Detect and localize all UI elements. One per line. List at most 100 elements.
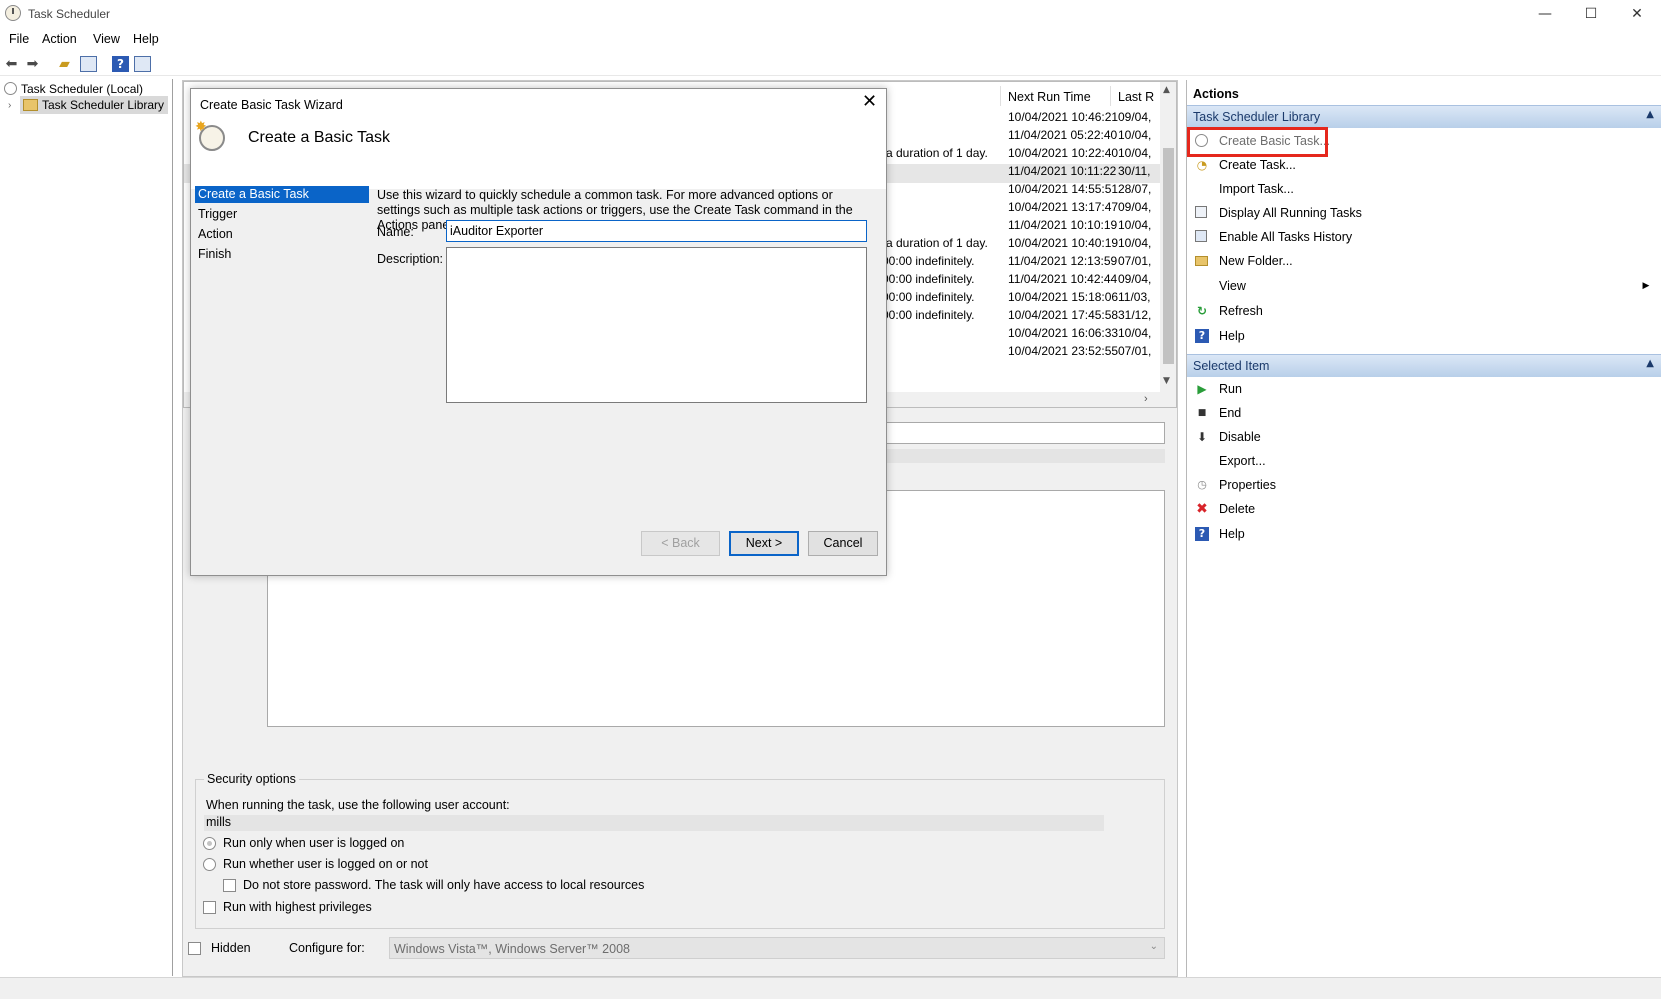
- collapse-icon[interactable]: ▲: [1646, 358, 1654, 369]
- no-store-password-label: Do not store password. The task will onl…: [243, 878, 645, 892]
- wizard-step-finish[interactable]: Finish: [195, 246, 369, 263]
- show-hide-action-pane-icon[interactable]: [134, 56, 151, 72]
- minimize-button[interactable]: —: [1522, 0, 1568, 28]
- action-label: Run: [1219, 382, 1242, 396]
- chevron-down-icon: ⌄: [1149, 941, 1158, 952]
- folder-icon: [1195, 256, 1208, 266]
- action-export[interactable]: Export...: [1191, 450, 1651, 473]
- create-task-icon: ◔: [1196, 158, 1208, 172]
- action-label: Export...: [1219, 454, 1266, 468]
- scroll-right-icon[interactable]: ›: [1144, 393, 1148, 405]
- description-textarea[interactable]: [446, 247, 867, 403]
- action-label: View: [1219, 279, 1246, 293]
- expand-chevron-icon[interactable]: ›: [8, 100, 11, 111]
- refresh-icon: ↻: [1196, 304, 1208, 318]
- security-options-group: Security options When running the task, …: [195, 772, 1165, 929]
- vertical-scrollbar[interactable]: ▲ ▼: [1160, 82, 1176, 392]
- selected-item-header[interactable]: Selected Item ▲: [1187, 354, 1661, 377]
- action-help[interactable]: ? Help: [1191, 325, 1651, 348]
- close-window-button[interactable]: ✕: [1614, 0, 1660, 28]
- radio-logged-on-label: Run only when user is logged on: [223, 836, 405, 850]
- end-icon: ■: [1197, 408, 1207, 418]
- submenu-arrow-icon: ▶: [1642, 281, 1650, 291]
- configure-for-label: Configure for:: [289, 941, 365, 955]
- action-label: Import Task...: [1219, 182, 1294, 196]
- action-help-selected[interactable]: ? Help: [1191, 523, 1651, 546]
- menu-action[interactable]: Action: [42, 32, 77, 46]
- back-button[interactable]: < Back: [641, 531, 720, 556]
- column-header-next-run[interactable]: Next Run Time: [1008, 90, 1091, 104]
- collapse-icon[interactable]: ▲: [1646, 109, 1654, 120]
- tree-item-library[interactable]: Task Scheduler Library: [20, 96, 169, 114]
- action-label: Properties: [1219, 478, 1276, 492]
- next-button[interactable]: Next >: [729, 531, 799, 556]
- dialog-title: Create Basic Task Wizard: [200, 98, 343, 112]
- action-label: Disable: [1219, 430, 1261, 444]
- checkbox-no-store-password[interactable]: [223, 879, 236, 892]
- configure-for-select[interactable]: Windows Vista™, Windows Server™ 2008 ⌄: [389, 937, 1165, 959]
- user-account-value: mills: [206, 815, 231, 829]
- action-enable-tasks-history[interactable]: Enable All Tasks History: [1191, 226, 1651, 249]
- column-header-last-run[interactable]: Last R: [1118, 90, 1154, 104]
- menu-help[interactable]: Help: [133, 32, 159, 46]
- dialog-close-icon[interactable]: ✕: [862, 91, 877, 112]
- tree-library-label: Task Scheduler Library: [42, 98, 165, 112]
- name-input[interactable]: [446, 220, 867, 242]
- wizard-step-create[interactable]: Create a Basic Task: [195, 186, 369, 203]
- wizard-step-action[interactable]: Action: [195, 226, 369, 243]
- create-basic-task-wizard-dialog: Create Basic Task Wizard ✕ ✸ Create a Ba…: [190, 88, 887, 576]
- action-display-running-tasks[interactable]: Display All Running Tasks: [1191, 202, 1651, 225]
- action-label: New Folder...: [1219, 254, 1293, 268]
- selected-item-header-label: Selected Item: [1193, 359, 1270, 373]
- scroll-up-icon[interactable]: ▲: [1163, 85, 1170, 95]
- action-label: Create Task...: [1219, 158, 1296, 172]
- action-import-task[interactable]: Import Task...: [1191, 178, 1651, 201]
- dialog-header: Create Basic Task Wizard ✕ ✸ Create a Ba…: [191, 89, 886, 189]
- hidden-label: Hidden: [211, 941, 251, 955]
- action-view[interactable]: View ▶: [1191, 275, 1651, 298]
- scroll-down-icon[interactable]: ▼: [1163, 376, 1170, 386]
- action-new-folder[interactable]: New Folder...: [1191, 250, 1651, 273]
- user-account-field: mills: [204, 815, 1104, 831]
- radio-whether-logged-on[interactable]: [203, 858, 216, 871]
- tree-item-local[interactable]: Task Scheduler (Local): [4, 82, 143, 96]
- history-icon: [1195, 230, 1207, 242]
- help-icon: ?: [1195, 329, 1209, 343]
- menu-bar: File Action View Help: [0, 30, 1661, 50]
- status-bar: [0, 977, 1661, 999]
- library-actions-header-label: Task Scheduler Library: [1193, 110, 1321, 124]
- action-create-task[interactable]: ◔ Create Task...: [1191, 154, 1651, 177]
- menu-file[interactable]: File: [9, 32, 29, 46]
- forward-arrow-icon[interactable]: ➡: [24, 56, 41, 72]
- show-hide-console-tree-icon[interactable]: [80, 56, 97, 72]
- configure-for-value: Windows Vista™, Windows Server™ 2008: [394, 942, 630, 956]
- action-refresh[interactable]: ↻ Refresh: [1191, 300, 1651, 323]
- help-icon[interactable]: ?: [112, 56, 129, 72]
- action-end[interactable]: ■ End: [1191, 402, 1651, 425]
- action-delete[interactable]: ✖ Delete: [1191, 498, 1651, 521]
- action-label: Delete: [1219, 502, 1256, 516]
- checkbox-highest-privileges[interactable]: [203, 901, 216, 914]
- menu-view[interactable]: View: [93, 32, 120, 46]
- security-options-legend: Security options: [204, 772, 299, 786]
- delete-icon: ✖: [1196, 501, 1208, 517]
- scrollbar-thumb[interactable]: [1163, 148, 1174, 364]
- wizard-step-trigger[interactable]: Trigger: [195, 206, 369, 223]
- checkbox-hidden[interactable]: [188, 942, 201, 955]
- cancel-button[interactable]: Cancel: [808, 531, 878, 556]
- action-label: Refresh: [1219, 304, 1263, 318]
- back-arrow-icon[interactable]: ⬅: [3, 56, 20, 72]
- radio-logged-on[interactable]: [203, 837, 216, 850]
- maximize-button[interactable]: ☐: [1568, 0, 1614, 28]
- task-scheduler-clock-icon: [5, 5, 21, 21]
- toolbar: ⬅ ➡ ▰ ?: [0, 52, 1661, 76]
- up-folder-icon[interactable]: ▰: [56, 56, 73, 72]
- title-bar: Task Scheduler — ☐ ✕: [0, 0, 1661, 28]
- library-actions-header[interactable]: Task Scheduler Library ▲: [1187, 105, 1661, 128]
- action-run[interactable]: ▶ Run: [1191, 378, 1651, 401]
- description-label: Description:: [377, 252, 443, 266]
- action-properties[interactable]: ◷ Properties: [1191, 474, 1651, 497]
- action-label: Help: [1219, 329, 1245, 343]
- user-account-label: When running the task, use the following…: [206, 798, 510, 812]
- action-disable[interactable]: ⬇ Disable: [1191, 426, 1651, 449]
